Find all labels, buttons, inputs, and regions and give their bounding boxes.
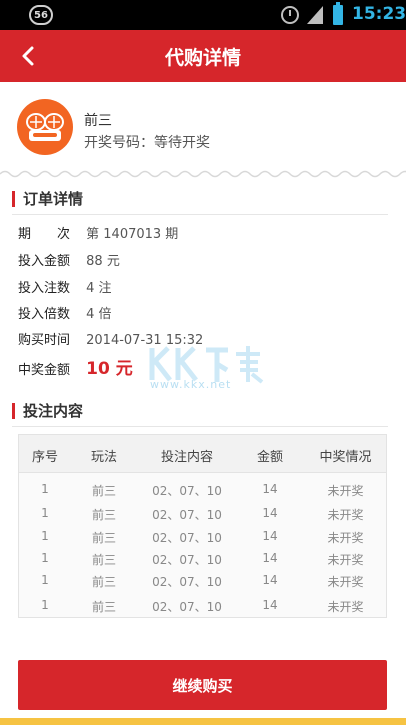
battery-icon bbox=[333, 2, 343, 25]
cell-play: 前三 bbox=[91, 600, 116, 614]
column-header-prize-status: 中奖情况 bbox=[319, 450, 372, 465]
watermark-text: www.kkx.net bbox=[150, 378, 232, 391]
cell-content: 02、07、10 bbox=[152, 575, 222, 589]
signal-icon bbox=[307, 6, 323, 24]
cell-play: 前三 bbox=[91, 484, 116, 498]
cell-amount: 14 bbox=[262, 482, 278, 496]
table-row: 1 前三 02、07、10 14 未开奖 bbox=[19, 598, 386, 620]
watermark-logo-icon bbox=[149, 346, 264, 384]
amount-label: 投入金额 bbox=[18, 254, 71, 269]
cell-prize-status: 未开奖 bbox=[327, 531, 364, 545]
alarm-icon bbox=[281, 6, 299, 24]
section-divider bbox=[12, 426, 388, 427]
cell-content: 02、07、10 bbox=[152, 553, 222, 567]
cell-content: 02、07、10 bbox=[152, 508, 222, 522]
page-title: 代购详情 bbox=[164, 47, 241, 69]
column-header-play: 玩法 bbox=[90, 450, 117, 465]
app-header: 代购详情 bbox=[0, 30, 406, 82]
column-header-amount: 金额 bbox=[256, 450, 283, 465]
cell-index: 1 bbox=[41, 573, 49, 587]
column-header-content: 投注内容 bbox=[160, 450, 213, 465]
status-time: 15:23 bbox=[352, 4, 406, 24]
cell-index: 1 bbox=[41, 529, 49, 543]
cell-index: 1 bbox=[41, 598, 49, 612]
cell-prize-status: 未开奖 bbox=[327, 553, 364, 567]
bet-content-heading: 投注内容 bbox=[12, 403, 83, 419]
cell-amount: 14 bbox=[262, 598, 278, 612]
bet-table-header: 序号 玩法 投注内容 金额 中奖情况 bbox=[19, 435, 386, 473]
amount-value: 88 元 bbox=[86, 254, 120, 269]
table-row: 1 前三 02、07、10 14 未开奖 bbox=[19, 551, 386, 573]
draw-number-status: 开奖号码：等待开奖 bbox=[84, 135, 210, 151]
order-details-heading: 订单详情 bbox=[12, 191, 83, 207]
order-row-multiple: 投入倍数 4 倍 bbox=[18, 303, 112, 322]
order-row-issue: 期 次 第 1407013 期 bbox=[18, 223, 178, 242]
wave-divider bbox=[0, 170, 406, 178]
cell-content: 02、07、10 bbox=[152, 484, 222, 498]
table-row: 1 前三 02、07、10 14 未开奖 bbox=[19, 506, 386, 528]
prize-amount-label: 中奖金额 bbox=[18, 363, 71, 378]
cell-play: 前三 bbox=[91, 575, 116, 589]
cell-index: 1 bbox=[41, 551, 49, 565]
cell-play: 前三 bbox=[91, 508, 116, 522]
purchase-time-label: 购买时间 bbox=[18, 333, 71, 348]
cell-amount: 14 bbox=[262, 506, 278, 520]
cell-prize-status: 未开奖 bbox=[327, 600, 364, 614]
bet-table: 序号 玩法 投注内容 金额 中奖情况 1 前三 02、07、10 14 未开奖 … bbox=[18, 434, 387, 618]
cell-prize-status: 未开奖 bbox=[327, 575, 364, 589]
order-row-amount: 投入金额 88 元 bbox=[18, 250, 120, 269]
table-row: 1 前三 02、07、10 14 未开奖 bbox=[19, 482, 386, 504]
multiple-label: 投入倍数 bbox=[18, 307, 71, 322]
cell-play: 前三 bbox=[91, 553, 116, 567]
multiple-value: 4 倍 bbox=[86, 307, 112, 322]
notification-badge: 56 bbox=[29, 5, 53, 25]
cell-amount: 14 bbox=[262, 573, 278, 587]
cell-index: 1 bbox=[41, 482, 49, 496]
cell-prize-status: 未开奖 bbox=[327, 508, 364, 522]
cell-content: 02、07、10 bbox=[152, 600, 222, 614]
bets-value: 4 注 bbox=[86, 281, 112, 296]
lottery-summary-card: 前三 开奖号码：等待开奖 bbox=[0, 82, 406, 174]
order-row-prize: 中奖金额 10 元 bbox=[18, 354, 133, 379]
issue-label: 期 次 bbox=[18, 227, 71, 242]
continue-purchase-button[interactable]: 继续购买 bbox=[18, 660, 387, 710]
table-row: 1 前三 02、07、10 14 未开奖 bbox=[19, 573, 386, 595]
cell-amount: 14 bbox=[262, 529, 278, 543]
section-divider bbox=[12, 214, 388, 215]
lottery-machine-icon bbox=[26, 113, 64, 141]
status-bar: 56 15:23 bbox=[0, 0, 406, 30]
game-name: 前三 bbox=[84, 113, 112, 129]
column-header-index: 序号 bbox=[31, 450, 58, 465]
prize-amount-value: 10 元 bbox=[86, 359, 133, 379]
bets-label: 投入注数 bbox=[18, 281, 71, 296]
order-row-bets: 投入注数 4 注 bbox=[18, 277, 112, 296]
cell-content: 02、07、10 bbox=[152, 531, 222, 545]
issue-value: 第 1407013 期 bbox=[86, 227, 179, 242]
cell-index: 1 bbox=[41, 506, 49, 520]
cell-amount: 14 bbox=[262, 551, 278, 565]
bottom-accent-bar bbox=[0, 718, 406, 725]
cell-play: 前三 bbox=[91, 531, 116, 545]
cell-prize-status: 未开奖 bbox=[327, 484, 364, 498]
lottery-game-icon bbox=[17, 99, 73, 155]
table-row: 1 前三 02、07、10 14 未开奖 bbox=[19, 529, 386, 551]
